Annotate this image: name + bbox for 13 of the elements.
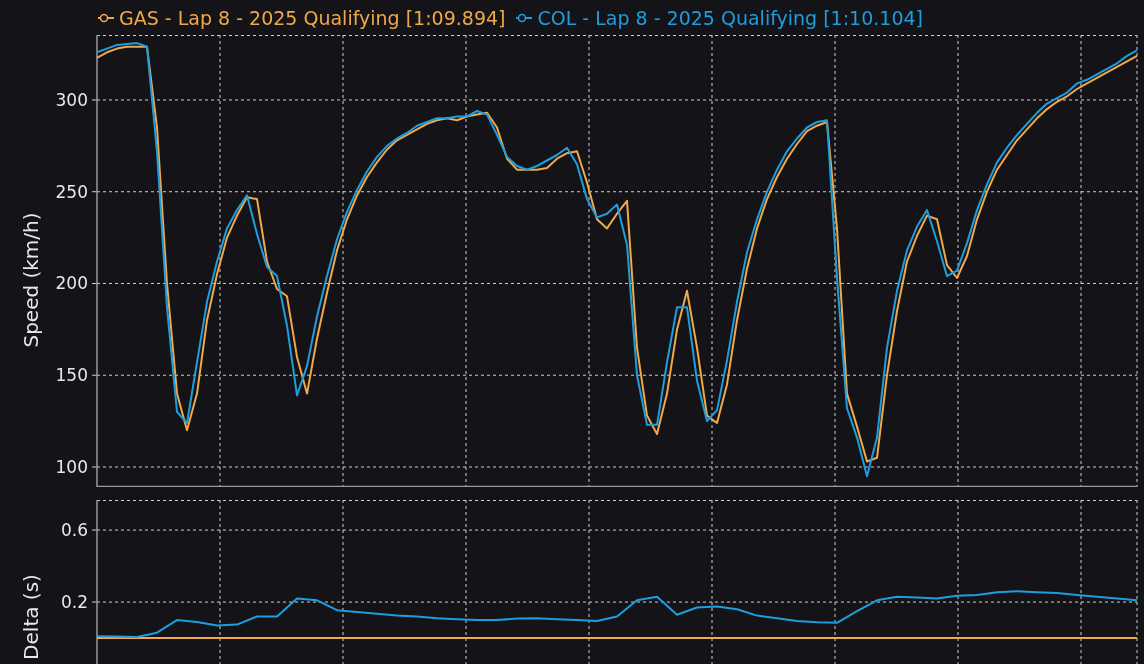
legend-label[interactable]: COL - Lap 8 - 2025 Qualifying [1:10.104]: [537, 6, 923, 29]
legend-marker-icon: [515, 12, 534, 23]
y-tick-label: 250: [55, 181, 88, 202]
y-axis-title: Speed (km/h): [19, 212, 43, 348]
y-tick-label: 100: [55, 457, 88, 477]
y-axis-title: Delta (s): [19, 574, 43, 660]
y-tick-label: 150: [55, 365, 88, 386]
y-tick-label: 0.2: [60, 592, 88, 613]
legend-label[interactable]: GAS - Lap 8 - 2025 Qualifying [1:09.894]: [119, 6, 506, 29]
y-tick-label: 200: [55, 273, 88, 294]
y-tick-label: 0.6: [60, 520, 88, 541]
y-tick-label: 300: [55, 89, 88, 110]
legend-marker-icon: [97, 12, 115, 23]
